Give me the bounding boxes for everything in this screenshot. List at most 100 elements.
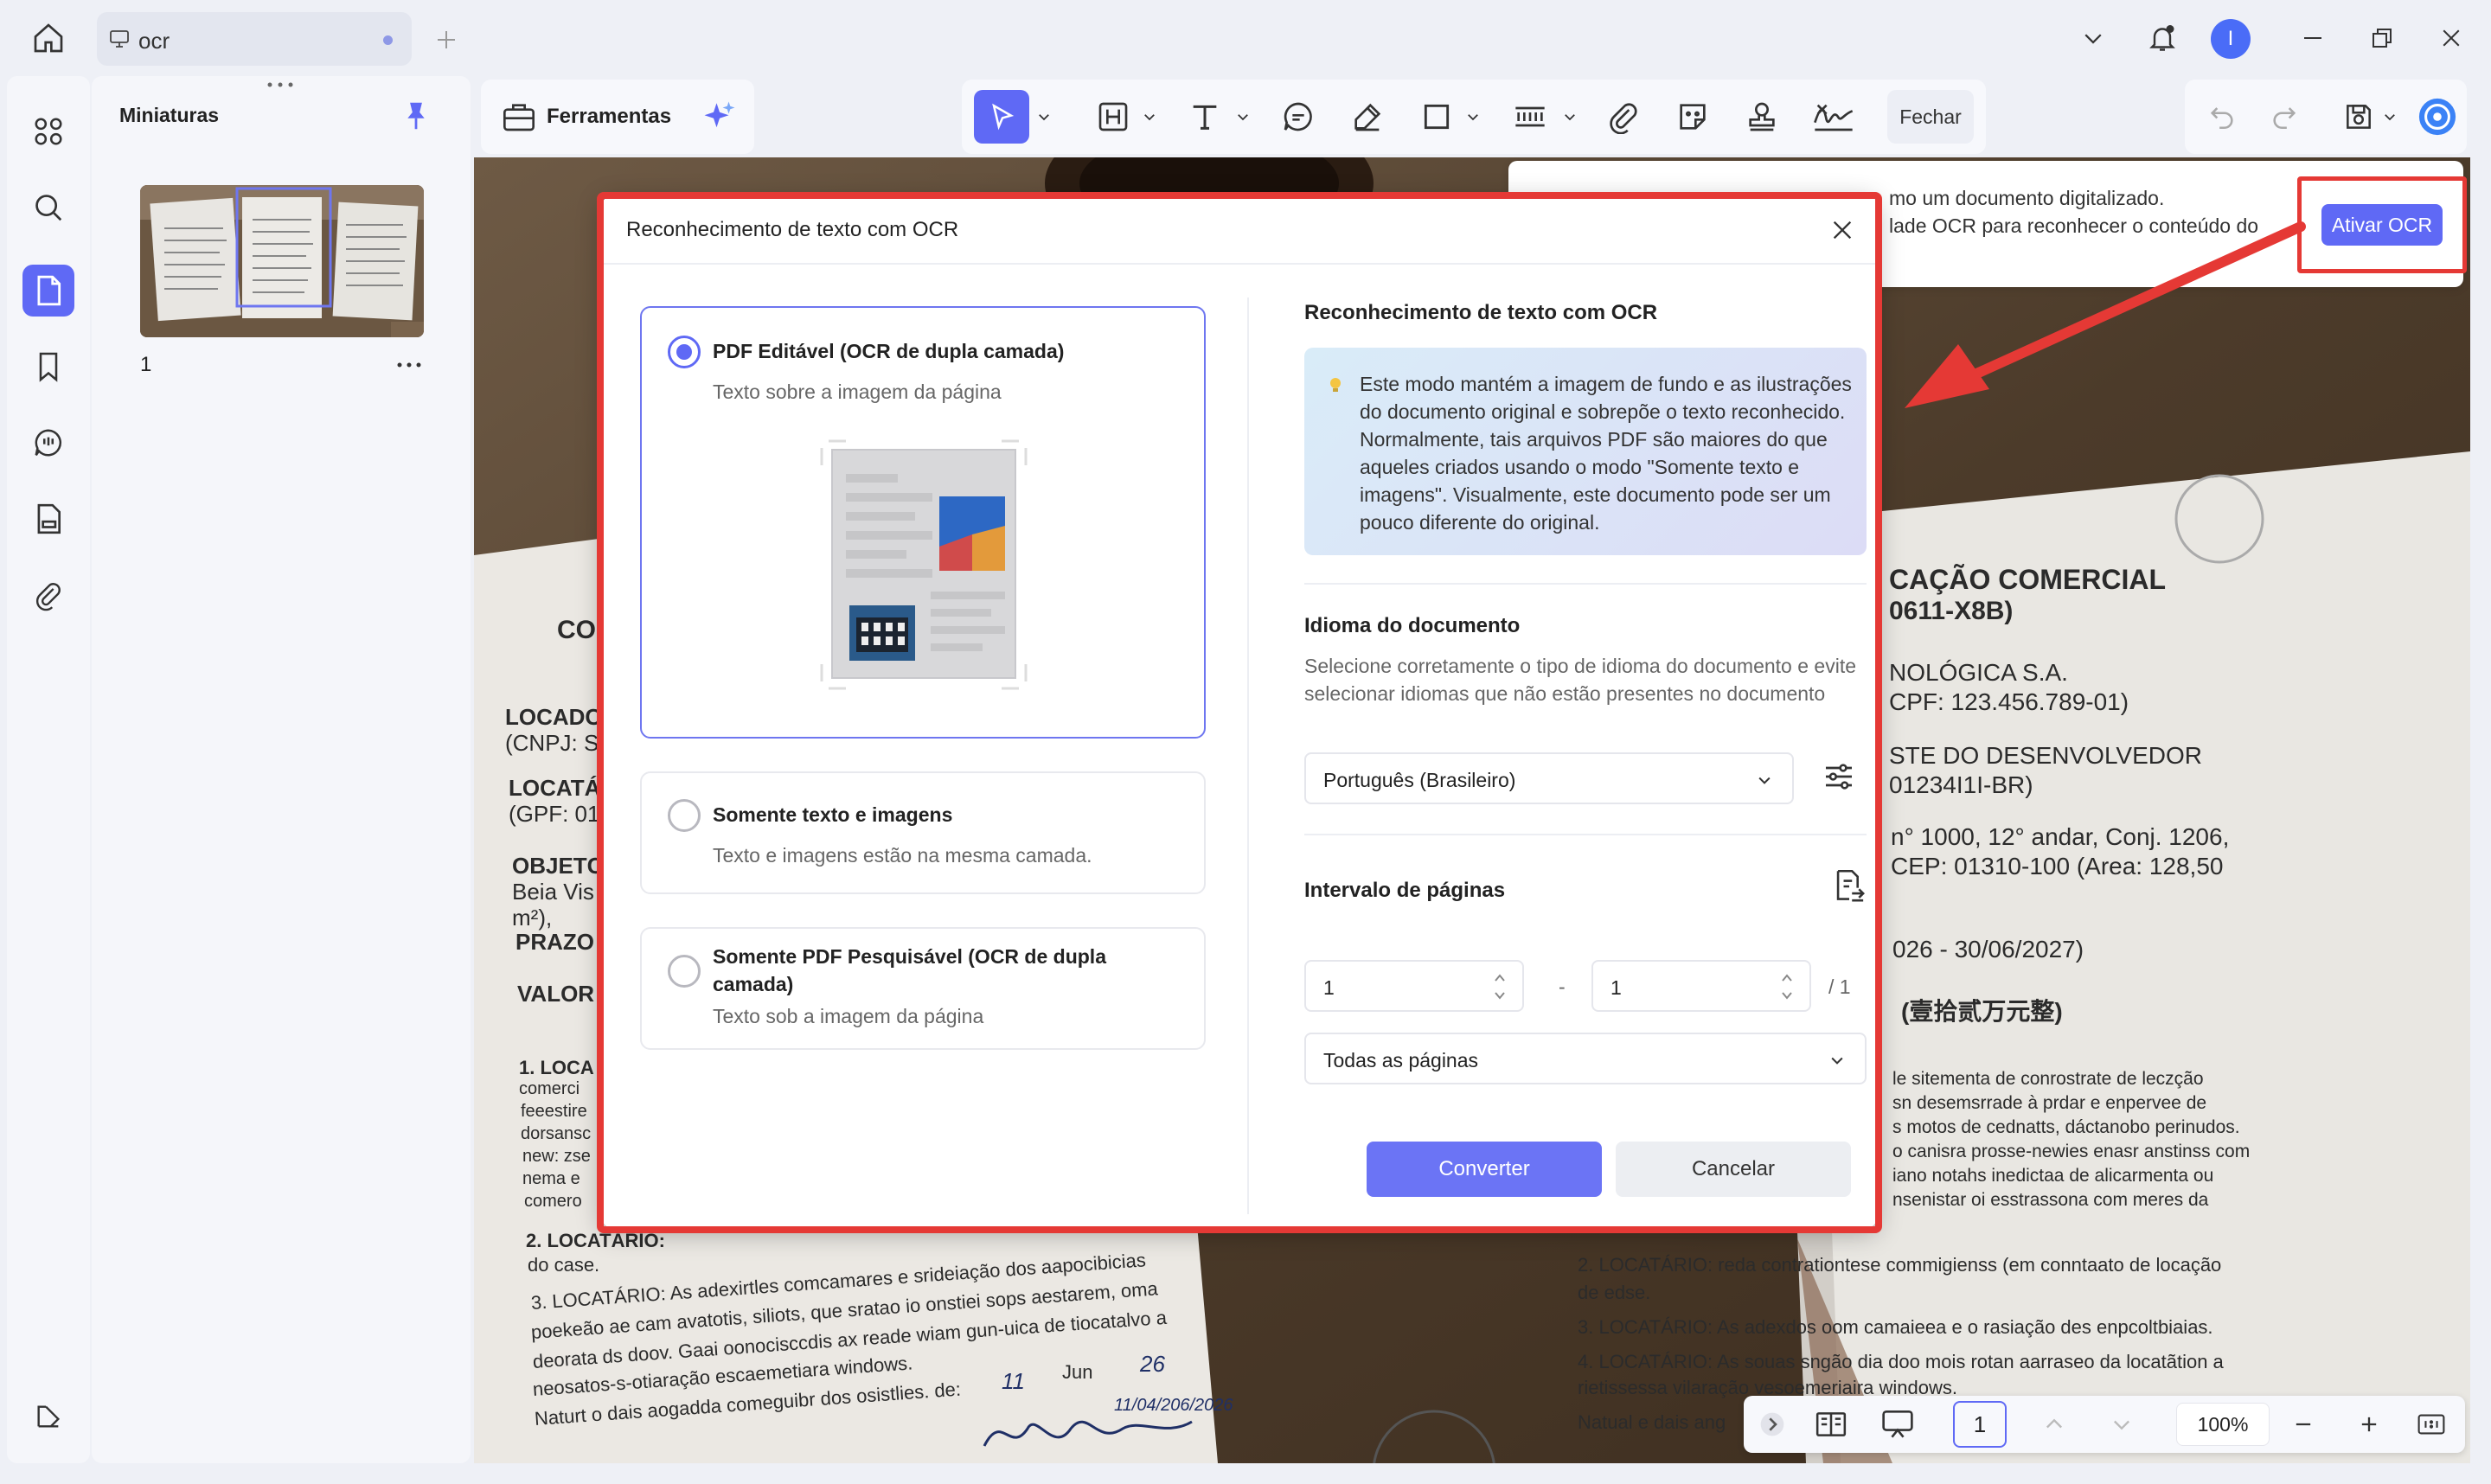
doc-text: NOLÓGICA S.A. xyxy=(1889,659,2068,686)
page-thumbnail[interactable] xyxy=(140,185,424,337)
doc-text: new: zse xyxy=(522,1147,591,1166)
doc-text: nema e xyxy=(522,1169,580,1188)
pages-icon[interactable] xyxy=(22,265,74,317)
doc-text: Beia Vis xyxy=(512,879,594,905)
thumbnail-page-number: 1 xyxy=(140,353,152,376)
doc-handwriting: 26 xyxy=(1140,1351,1165,1377)
undo-icon[interactable] xyxy=(2200,95,2244,138)
title-bar: ocr I xyxy=(0,0,2491,76)
rectangle-icon[interactable] xyxy=(1415,95,1458,138)
monitor-icon xyxy=(109,29,130,48)
chevron-down-icon[interactable] xyxy=(2071,16,2116,61)
doc-text: STE DO DESENVOLVEDOR xyxy=(1889,742,2203,769)
doc-text: CAÇÃO COMERCIAL xyxy=(1889,564,2166,595)
history-toolbar xyxy=(2185,80,2467,154)
ai-sparkle-icon[interactable] xyxy=(699,95,740,138)
left-rail xyxy=(7,76,90,1463)
doc-text: comerci xyxy=(519,1079,580,1098)
sticker-icon[interactable] xyxy=(1671,95,1714,138)
bell-icon[interactable] xyxy=(2140,16,2185,61)
activate-ocr-highlight xyxy=(2297,176,2467,273)
tab-label: ocr xyxy=(138,28,170,54)
zoom-in-icon[interactable] xyxy=(2347,1403,2391,1446)
home-icon[interactable] xyxy=(26,16,71,61)
annotation-toolbar: Fechar xyxy=(962,80,1986,154)
highlighter-icon[interactable] xyxy=(1346,95,1389,138)
doc-text: 01234I1I-BR) xyxy=(1889,771,2033,798)
new-tab-icon[interactable] xyxy=(424,17,469,62)
pin-icon[interactable] xyxy=(401,100,431,131)
collapse-arrow-icon[interactable] xyxy=(1756,1408,1789,1441)
thumbnails-title: Miniaturas xyxy=(119,104,220,126)
previous-page-icon[interactable] xyxy=(2033,1403,2076,1446)
presentation-icon[interactable] xyxy=(1872,1403,1924,1446)
minimize-icon[interactable] xyxy=(2290,16,2335,61)
tools-group: Ferramentas xyxy=(481,80,754,154)
text-box-icon[interactable] xyxy=(1092,95,1135,138)
doc-text: m²), xyxy=(512,905,553,931)
zoom-level[interactable]: 100% xyxy=(2176,1403,2270,1446)
doc-text: VALOR xyxy=(517,981,595,1007)
doc-text: 4. LOCATÁRIO: As souas sngão dia doo moi… xyxy=(1578,1351,2224,1372)
document-tab[interactable]: ocr xyxy=(97,12,412,66)
restore-icon[interactable] xyxy=(2360,16,2405,61)
drag-handle-icon[interactable] xyxy=(265,81,296,88)
avatar[interactable]: I xyxy=(2211,19,2251,59)
next-page-icon[interactable] xyxy=(2100,1403,2143,1446)
doc-handwriting: 11 xyxy=(1002,1368,1025,1394)
chevron-down-icon[interactable] xyxy=(1463,95,1482,138)
dialog-highlight xyxy=(597,192,1882,1233)
doc-text: sn desemsrrade à prdar e enpervee de xyxy=(1892,1093,2207,1113)
stamp-icon[interactable] xyxy=(1740,95,1783,138)
attachment-icon[interactable] xyxy=(22,569,74,621)
more-options-icon[interactable] xyxy=(396,361,422,368)
tools-label[interactable]: Ferramentas xyxy=(547,105,671,129)
signature-icon[interactable] xyxy=(1808,95,1860,138)
text-icon[interactable] xyxy=(1183,95,1226,138)
page-layout-icon[interactable] xyxy=(1809,1403,1853,1446)
chevron-down-icon[interactable] xyxy=(2380,95,2399,138)
save-icon[interactable] xyxy=(2337,95,2380,138)
doc-text: CEP: 01310-100 (Area: 128,50 xyxy=(1891,853,2224,880)
comment-icon[interactable] xyxy=(1277,95,1320,138)
attachment-icon[interactable] xyxy=(1602,95,1645,138)
doc-text: (壹拾贰万元整) xyxy=(1901,998,2063,1025)
doc-text: (GPF: 01 xyxy=(509,801,600,827)
comment-icon[interactable] xyxy=(22,417,74,469)
toolbox-icon[interactable] xyxy=(498,95,540,138)
doc-text: nsenistar oi esstrassona com meres da xyxy=(1892,1190,2209,1210)
notice-text: mo um documento digitalizado. xyxy=(1889,187,2165,209)
doc-text: 2. LOCATÁRIO: reda contrationtese commig… xyxy=(1578,1254,2222,1276)
close-tools-button[interactable]: Fechar xyxy=(1887,90,1974,144)
doc-text: dorsansc xyxy=(521,1124,592,1143)
search-icon[interactable] xyxy=(22,182,74,233)
bookmark-icon[interactable] xyxy=(22,341,74,393)
measure-icon[interactable] xyxy=(1508,95,1552,138)
layout-toggle-icon[interactable] xyxy=(22,1391,74,1442)
form-icon[interactable] xyxy=(22,493,74,545)
redo-icon[interactable] xyxy=(2263,95,2306,138)
doc-text: CO xyxy=(557,616,596,644)
chevron-down-icon[interactable] xyxy=(1560,95,1579,138)
chevron-down-icon[interactable] xyxy=(1233,95,1252,138)
page-number-input[interactable]: 1 xyxy=(1953,1401,2007,1448)
ai-assistant-icon[interactable] xyxy=(2415,95,2460,138)
doc-text: 1. LOCA xyxy=(519,1057,594,1078)
doc-text: LOCADC xyxy=(505,704,602,730)
doc-text: CPF: 123.456.789-01) xyxy=(1889,688,2129,715)
close-window-icon[interactable] xyxy=(2429,16,2474,61)
zoom-out-icon[interactable] xyxy=(2282,1403,2325,1446)
thumbnails-grid-icon[interactable] xyxy=(22,106,74,157)
doc-text: PRAZO xyxy=(515,929,594,955)
doc-text: Jun xyxy=(1062,1361,1093,1383)
doc-text: LOCATÁ xyxy=(509,775,601,801)
thumbnails-panel: Miniaturas 1 xyxy=(92,76,471,1463)
doc-text: do case. xyxy=(528,1254,600,1276)
chevron-down-icon[interactable] xyxy=(1140,95,1159,138)
doc-text: le sitementa de conrostrate de leczção xyxy=(1892,1069,2204,1089)
chevron-down-icon[interactable] xyxy=(1034,95,1053,138)
signature-scribble-icon xyxy=(983,1420,1193,1447)
actual-size-icon[interactable] xyxy=(2410,1403,2453,1446)
select-tool-button[interactable] xyxy=(974,90,1029,144)
doc-text: feeestire xyxy=(521,1102,587,1121)
